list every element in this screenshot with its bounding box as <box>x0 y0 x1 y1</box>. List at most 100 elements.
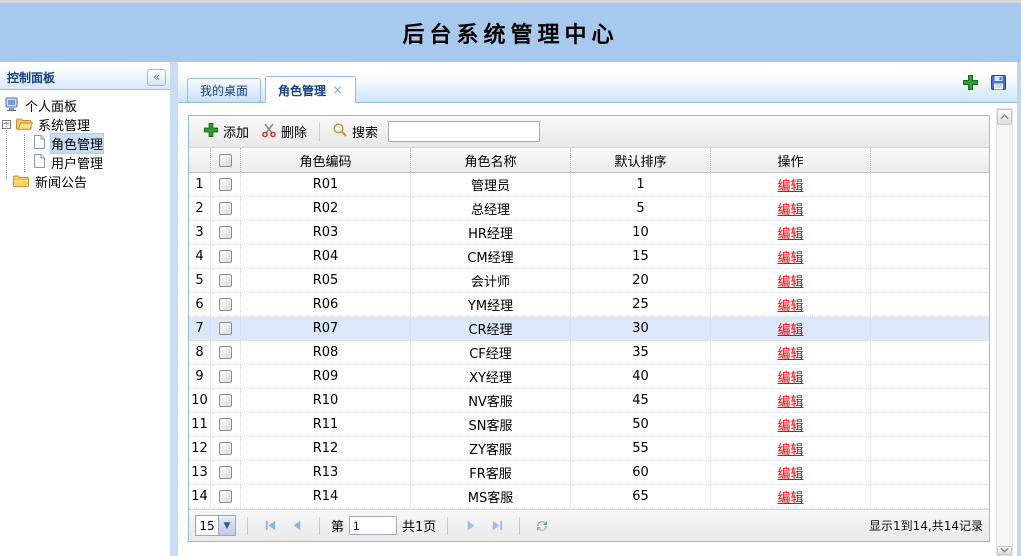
edit-link[interactable]: 编辑 <box>777 295 803 314</box>
prev-page-button[interactable] <box>286 515 308 537</box>
add-button[interactable]: 添加 <box>197 120 255 144</box>
table-row[interactable]: 10 R10 NV客服 45 编辑 <box>189 389 989 413</box>
table-row[interactable]: 1 R01 管理员 1 编辑 <box>189 173 989 197</box>
table-row[interactable]: 5 R05 会计师 20 编辑 <box>189 269 989 293</box>
refresh-icon[interactable] <box>531 515 553 537</box>
role-name-cell: NV客服 <box>411 389 571 412</box>
page-size-select[interactable]: 15 ▼ <box>195 515 236 536</box>
row-checkbox[interactable] <box>219 250 232 263</box>
row-checkbox[interactable] <box>219 202 232 215</box>
edit-link[interactable]: 编辑 <box>777 199 803 218</box>
row-number-cell: 8 <box>189 341 211 364</box>
sidebar-splitter[interactable] <box>170 62 178 556</box>
row-number-cell: 5 <box>189 269 211 292</box>
row-number-cell: 12 <box>189 437 211 460</box>
role-name-cell: MS客服 <box>411 485 571 508</box>
edit-link[interactable]: 编辑 <box>777 463 803 482</box>
edit-link[interactable]: 编辑 <box>777 391 803 410</box>
page-number-input[interactable] <box>349 516 398 535</box>
row-number-cell: 1 <box>189 173 211 196</box>
row-checkbox[interactable] <box>219 466 232 479</box>
table-row[interactable]: 7 R07 CR经理 30 编辑 <box>189 317 989 341</box>
sidebar: 控制面板 « 个人面板 − 系统管理 角色管理 用户管理 新闻公告 <box>0 62 170 556</box>
toolbar-separator <box>319 122 321 141</box>
row-checkbox[interactable] <box>219 274 232 287</box>
role-name-cell: CR经理 <box>411 317 571 340</box>
next-page-button[interactable] <box>459 515 481 537</box>
tab-role-management[interactable]: 角色管理 × <box>265 76 356 103</box>
operation-cell: 编辑 <box>711 485 871 508</box>
edit-link[interactable]: 编辑 <box>777 271 803 290</box>
row-checkbox[interactable] <box>219 394 232 407</box>
table-row[interactable]: 14 R14 MS客服 65 编辑 <box>189 485 989 509</box>
tab-label: 我的桌面 <box>200 84 249 98</box>
edit-link[interactable]: 编辑 <box>777 367 803 386</box>
table-row[interactable]: 8 R08 CF经理 35 编辑 <box>189 341 989 365</box>
default-sort-cell: 65 <box>571 485 711 508</box>
role-name-cell: FR客服 <box>411 461 571 484</box>
row-checkbox[interactable] <box>219 178 232 191</box>
edit-link[interactable]: 编辑 <box>777 439 803 458</box>
close-icon[interactable]: × <box>332 83 343 98</box>
tree-item-role-management[interactable]: 角色管理 <box>0 133 170 154</box>
table-row[interactable]: 11 R11 SN客服 50 编辑 <box>189 413 989 437</box>
table-row[interactable]: 9 R09 XY经理 40 编辑 <box>189 365 989 389</box>
edit-link[interactable]: 编辑 <box>777 343 803 362</box>
grid-toolbar: 添加 删除 搜索 <box>189 116 989 148</box>
table-row[interactable]: 4 R04 CM经理 15 编辑 <box>189 245 989 269</box>
tab-label: 角色管理 <box>278 83 327 98</box>
role-name-cell: XY经理 <box>411 365 571 388</box>
select-all-checkbox[interactable] <box>219 153 232 167</box>
row-checkbox[interactable] <box>219 298 232 311</box>
row-checkbox[interactable] <box>219 418 232 431</box>
role-name-cell: CF经理 <box>411 341 571 364</box>
column-header-name[interactable]: 角色名称 <box>411 148 571 172</box>
table-row[interactable]: 3 R03 HR经理 10 编辑 <box>189 221 989 245</box>
save-icon[interactable] <box>990 74 1007 91</box>
operation-cell: 编辑 <box>711 389 871 412</box>
edit-link[interactable]: 编辑 <box>777 223 803 242</box>
tab-my-desktop[interactable]: 我的桌面 <box>187 78 262 102</box>
tree-item-personal-panel[interactable]: 个人面板 <box>0 96 170 115</box>
row-checkbox-cell <box>211 437 241 460</box>
default-sort-cell: 25 <box>571 293 711 316</box>
row-checkbox[interactable] <box>219 346 232 359</box>
operation-cell: 编辑 <box>711 437 871 460</box>
tree-item-system-management[interactable]: − 系统管理 <box>0 115 170 134</box>
table-row[interactable]: 13 R13 FR客服 60 编辑 <box>189 461 989 485</box>
edit-link[interactable]: 编辑 <box>777 319 803 338</box>
first-page-button[interactable] <box>259 515 281 537</box>
collapse-sidebar-button[interactable]: « <box>147 68 166 86</box>
scroll-down-icon[interactable] <box>997 546 1012 555</box>
table-row[interactable]: 6 R06 YM经理 25 编辑 <box>189 293 989 317</box>
search-button[interactable]: 搜索 <box>326 120 384 144</box>
delete-button[interactable]: 删除 <box>255 120 313 144</box>
tree-item-user-management[interactable]: 用户管理 <box>0 153 170 172</box>
row-checkbox[interactable] <box>219 442 232 455</box>
vertical-scrollbar[interactable] <box>996 108 1013 556</box>
filler-cell <box>871 221 989 244</box>
scroll-up-icon[interactable] <box>997 109 1012 125</box>
page-label-suffix: 共1页 <box>402 520 437 535</box>
column-header-code[interactable]: 角色编码 <box>241 148 411 172</box>
table-row[interactable]: 12 R12 ZY客服 55 编辑 <box>189 437 989 461</box>
default-sort-cell: 50 <box>571 413 711 436</box>
row-checkbox[interactable] <box>219 370 232 383</box>
edit-link[interactable]: 编辑 <box>777 487 803 506</box>
edit-link[interactable]: 编辑 <box>777 247 803 266</box>
add-icon[interactable] <box>962 74 979 91</box>
row-checkbox[interactable] <box>219 226 232 239</box>
row-number-cell: 2 <box>189 197 211 220</box>
row-checkbox[interactable] <box>219 322 232 335</box>
column-header-operation[interactable]: 操作 <box>711 148 871 172</box>
row-checkbox[interactable] <box>219 490 232 503</box>
search-input[interactable] <box>388 121 541 142</box>
last-page-button[interactable] <box>486 515 508 537</box>
edit-link[interactable]: 编辑 <box>777 175 803 194</box>
tree-item-news-announcements[interactable]: 新闻公告 <box>0 172 170 191</box>
record-summary: 显示1到14,共14记录 <box>869 519 983 533</box>
table-row[interactable]: 2 R02 总经理 5 编辑 <box>189 197 989 221</box>
edit-link[interactable]: 编辑 <box>777 415 803 434</box>
document-icon <box>32 134 46 153</box>
column-header-sort[interactable]: 默认排序 <box>571 148 711 172</box>
